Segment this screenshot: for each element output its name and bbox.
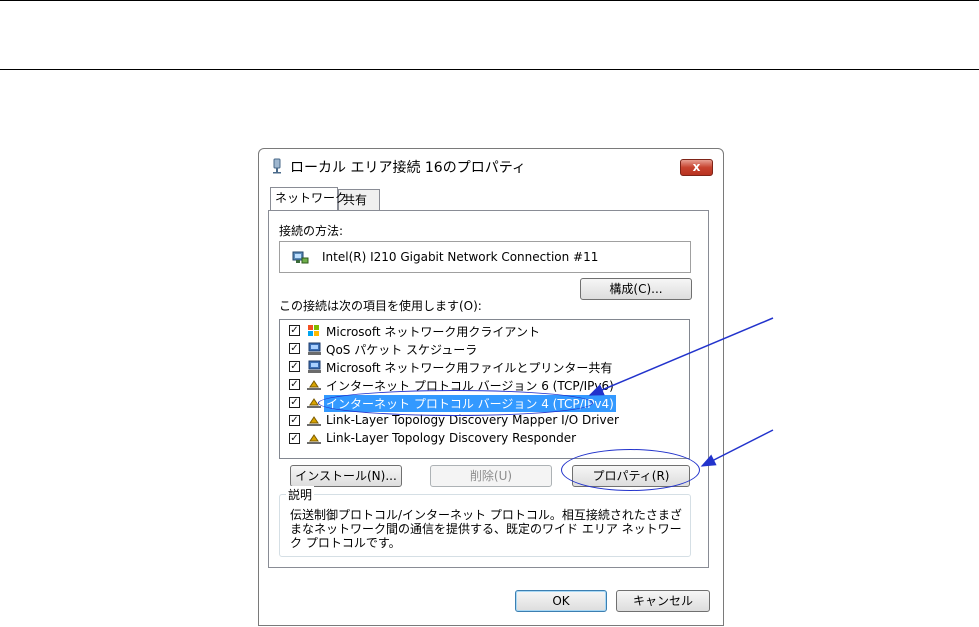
tab-network[interactable]: ネットワーク [270,187,347,210]
checkbox[interactable]: ✓ [289,325,300,336]
checkbox[interactable]: ✓ [289,433,300,444]
ok-button[interactable]: OK [515,590,607,612]
ipv4-highlight-ellipse [318,390,593,416]
close-button[interactable]: x [680,159,713,176]
top-rule [0,0,979,1]
description-text: 伝送制御プロトコル/インターネット プロトコル。相互接続されたさまざまなネットワ… [290,508,682,550]
list-item[interactable]: ✓ QoS パケット スケジューラ [280,340,689,358]
component-list[interactable]: ✓ Microsoft ネットワーク用クライアント ✓ QoS パケット スケジ… [279,319,690,459]
list-item[interactable]: ✓ Microsoft ネットワーク用クライアント [280,322,689,340]
description-group: 説明 伝送制御プロトコル/インターネット プロトコル。相互接続されたさまざまなネ… [279,486,691,557]
window-title: ローカル エリア接続 16のプロパティ [290,160,526,176]
item-label: Link-Layer Topology Discovery Responder [326,431,577,445]
connect-using-label: 接続の方法: [279,224,344,238]
checkbox[interactable]: ✓ [289,415,300,426]
title-bar[interactable]: ローカル エリア接続 16のプロパティ x [259,149,723,183]
list-item[interactable]: ✓ Microsoft ネットワーク用ファイルとプリンター共有 [280,358,689,376]
protocol-icon [307,434,321,444]
header-rule [0,69,979,70]
protocol-icon [307,380,321,390]
checkbox[interactable]: ✓ [289,343,300,354]
item-label: QoS パケット スケジューラ [326,343,478,357]
items-label: この接続は次の項目を使用します(O): [279,299,482,313]
install-button[interactable]: インストール(N)... [290,465,402,487]
network-connection-icon [273,158,281,174]
checkbox[interactable]: ✓ [289,397,300,408]
item-label: Microsoft ネットワーク用ファイルとプリンター共有 [326,361,613,375]
protocol-icon [307,416,321,426]
configure-button[interactable]: 構成(C)... [580,278,692,300]
adapter-field: Intel(R) I210 Gigabit Network Connection… [279,241,691,273]
list-item[interactable]: ✓ Link-Layer Topology Discovery Responde… [280,430,689,448]
checkbox[interactable]: ✓ [289,379,300,390]
cancel-button[interactable]: キャンセル [616,590,710,612]
item-label: Microsoft ネットワーク用クライアント [326,325,540,339]
checkbox[interactable]: ✓ [289,361,300,372]
properties-dialog: ローカル エリア接続 16のプロパティ x ネットワーク 共有 接続の方法: I… [258,148,724,626]
file-share-icon [308,360,321,373]
network-adapter-icon [292,251,309,264]
description-title: 説明 [286,486,315,503]
qos-icon [308,342,321,355]
adapter-name: Intel(R) I210 Gigabit Network Connection… [322,250,599,264]
network-client-icon [308,325,319,336]
uninstall-button[interactable]: 削除(U) [430,465,552,487]
properties-highlight-ellipse [561,449,700,491]
